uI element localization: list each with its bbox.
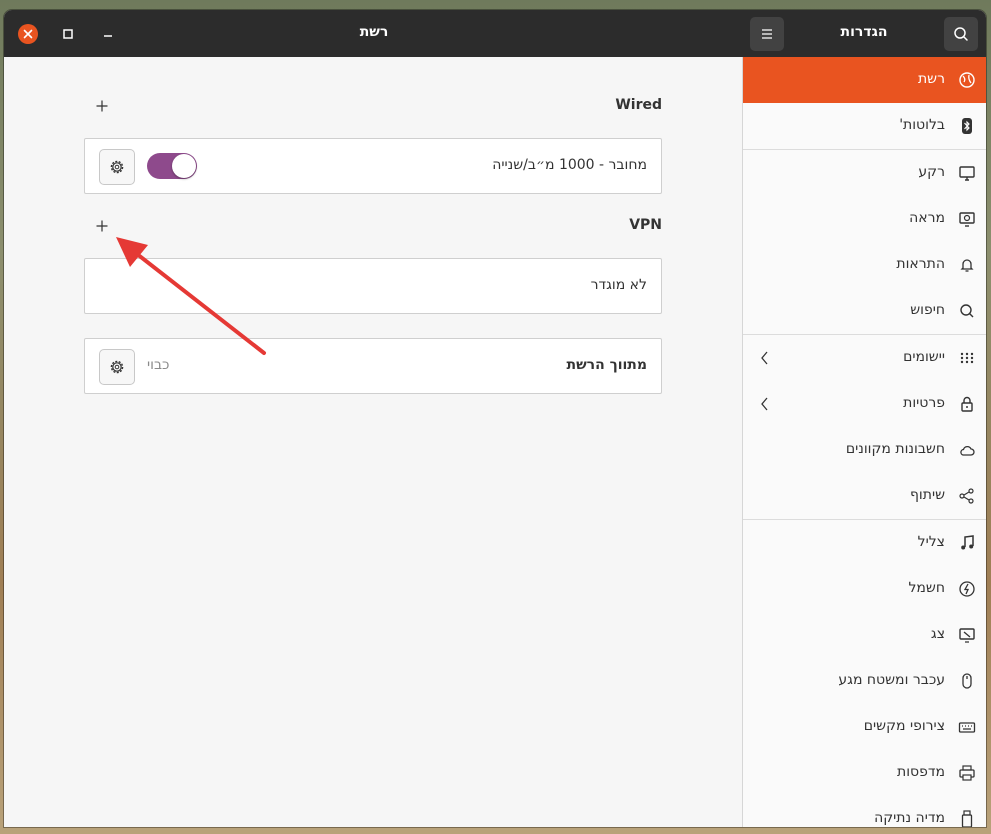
title-bar: רשת הגדרות <box>4 10 986 57</box>
wired-section-title: Wired <box>615 97 662 113</box>
hamburger-icon <box>762 29 772 39</box>
appearance-icon <box>957 209 977 229</box>
sidebar-item-notifications[interactable]: התראות <box>743 242 986 288</box>
sidebar-item-background[interactable]: רקע <box>743 150 986 196</box>
printer-icon <box>957 763 977 783</box>
sidebar-item-label: שיתוף <box>909 487 945 503</box>
monitor-icon <box>957 163 977 183</box>
sidebar-item-sound[interactable]: צליל <box>743 520 986 566</box>
apps-grid-icon <box>957 348 977 368</box>
keyboard-icon <box>957 717 977 737</box>
sidebar-item-label: התראות <box>896 256 945 272</box>
sidebar-item-label: בלוטות' <box>899 117 945 133</box>
toggle-knob <box>172 154 196 178</box>
sidebar-item-keyboard-shortcuts[interactable]: צירופי מקשים <box>743 704 986 750</box>
search-icon <box>954 27 968 41</box>
mouse-icon <box>957 671 977 691</box>
wired-status: מחובר - 1000 מ״ב/שנייה <box>492 157 647 173</box>
sidebar-item-network[interactable]: רשת <box>743 57 986 103</box>
bluetooth-icon <box>957 116 977 136</box>
close-window-button[interactable] <box>16 22 40 46</box>
sidebar-item-label: מראה <box>909 210 945 226</box>
sidebar-item-bluetooth[interactable]: בלוטות' <box>743 103 986 149</box>
minimize-window-button[interactable] <box>96 22 120 46</box>
wired-toggle-switch[interactable] <box>147 153 197 179</box>
vpn-status: לא מוגדר <box>590 277 647 293</box>
sidebar-item-label: פרטיות <box>903 395 945 411</box>
globe-icon <box>957 70 977 90</box>
page-title: רשת <box>359 24 389 40</box>
share-icon <box>957 486 977 506</box>
sidebar-item-appearance[interactable]: מראה <box>743 196 986 242</box>
sidebar-item-label: צג <box>930 626 945 642</box>
display-icon <box>957 625 977 645</box>
sidebar-item-label: מדיה נתיקה <box>874 810 945 826</box>
chevron-left-icon <box>761 351 768 365</box>
sidebar-item-label: יישומים <box>903 349 945 365</box>
sidebar-item-label: חיפוש <box>910 302 945 318</box>
annotation-arrow <box>116 237 266 355</box>
usb-drive-icon <box>957 809 977 827</box>
sidebar-item-sharing[interactable]: שיתוף <box>743 473 986 519</box>
sidebar-item-online-accounts[interactable]: חשבונות מקוונים <box>743 427 986 473</box>
sidebar-title: הגדרות <box>840 24 888 40</box>
sidebar-item-label: רקע <box>918 164 945 180</box>
sidebar-item-mouse-touchpad[interactable]: עכבר ומשטח מגע <box>743 658 986 704</box>
menu-button[interactable] <box>750 17 784 51</box>
add-wired-button[interactable] <box>92 96 112 116</box>
wired-settings-button[interactable] <box>99 149 135 185</box>
plus-icon <box>96 100 108 112</box>
bell-icon <box>957 255 977 275</box>
maximize-window-button[interactable] <box>56 22 80 46</box>
lock-icon <box>957 394 977 414</box>
sidebar-item-privacy[interactable]: פרטיות <box>743 381 986 427</box>
sidebar-item-power[interactable]: חשמל <box>743 566 986 612</box>
sidebar-item-label: חשמל <box>908 580 945 596</box>
search-button[interactable] <box>944 17 978 51</box>
power-icon <box>957 579 977 599</box>
wired-connection-row: מחובר - 1000 מ״ב/שנייה <box>84 138 662 194</box>
sidebar-item-label: עכבר ומשטח מגע <box>838 672 945 688</box>
sidebar-item-removable-media[interactable]: מדיה נתיקה <box>743 796 986 827</box>
sidebar-item-label: צליל <box>917 534 945 550</box>
sidebar-item-label: צירופי מקשים <box>863 718 945 734</box>
music-note-icon <box>957 533 977 553</box>
sidebar-item-search[interactable]: חיפוש <box>743 288 986 334</box>
cloud-icon <box>957 440 977 460</box>
settings-sidebar: רשת בלוטות' רקע מראה התראות חיפוש יישומי… <box>742 57 986 827</box>
settings-window: רשת הגדרות Wired מחובר - 1000 מ״ב/שנייה <box>4 10 986 827</box>
sidebar-item-label: רשת <box>917 71 945 87</box>
proxy-label: מתווך הרשת <box>566 357 648 373</box>
close-icon <box>18 24 38 44</box>
maximize-icon <box>63 29 73 39</box>
vpn-section-title: VPN <box>629 217 662 233</box>
sidebar-item-label: חשבונות מקוונים <box>845 441 945 457</box>
gear-icon <box>110 160 124 174</box>
minimize-icon <box>104 35 112 37</box>
sidebar-item-display[interactable]: צג <box>743 612 986 658</box>
chevron-left-icon <box>761 397 768 411</box>
sidebar-item-applications[interactable]: יישומים <box>743 335 986 381</box>
network-panel: Wired מחובר - 1000 מ״ב/שנייה VPN לא מוגד… <box>4 57 742 827</box>
sidebar-item-printers[interactable]: מדפסות <box>743 750 986 796</box>
search-icon <box>957 301 977 321</box>
sidebar-item-label: מדפסות <box>897 764 945 780</box>
